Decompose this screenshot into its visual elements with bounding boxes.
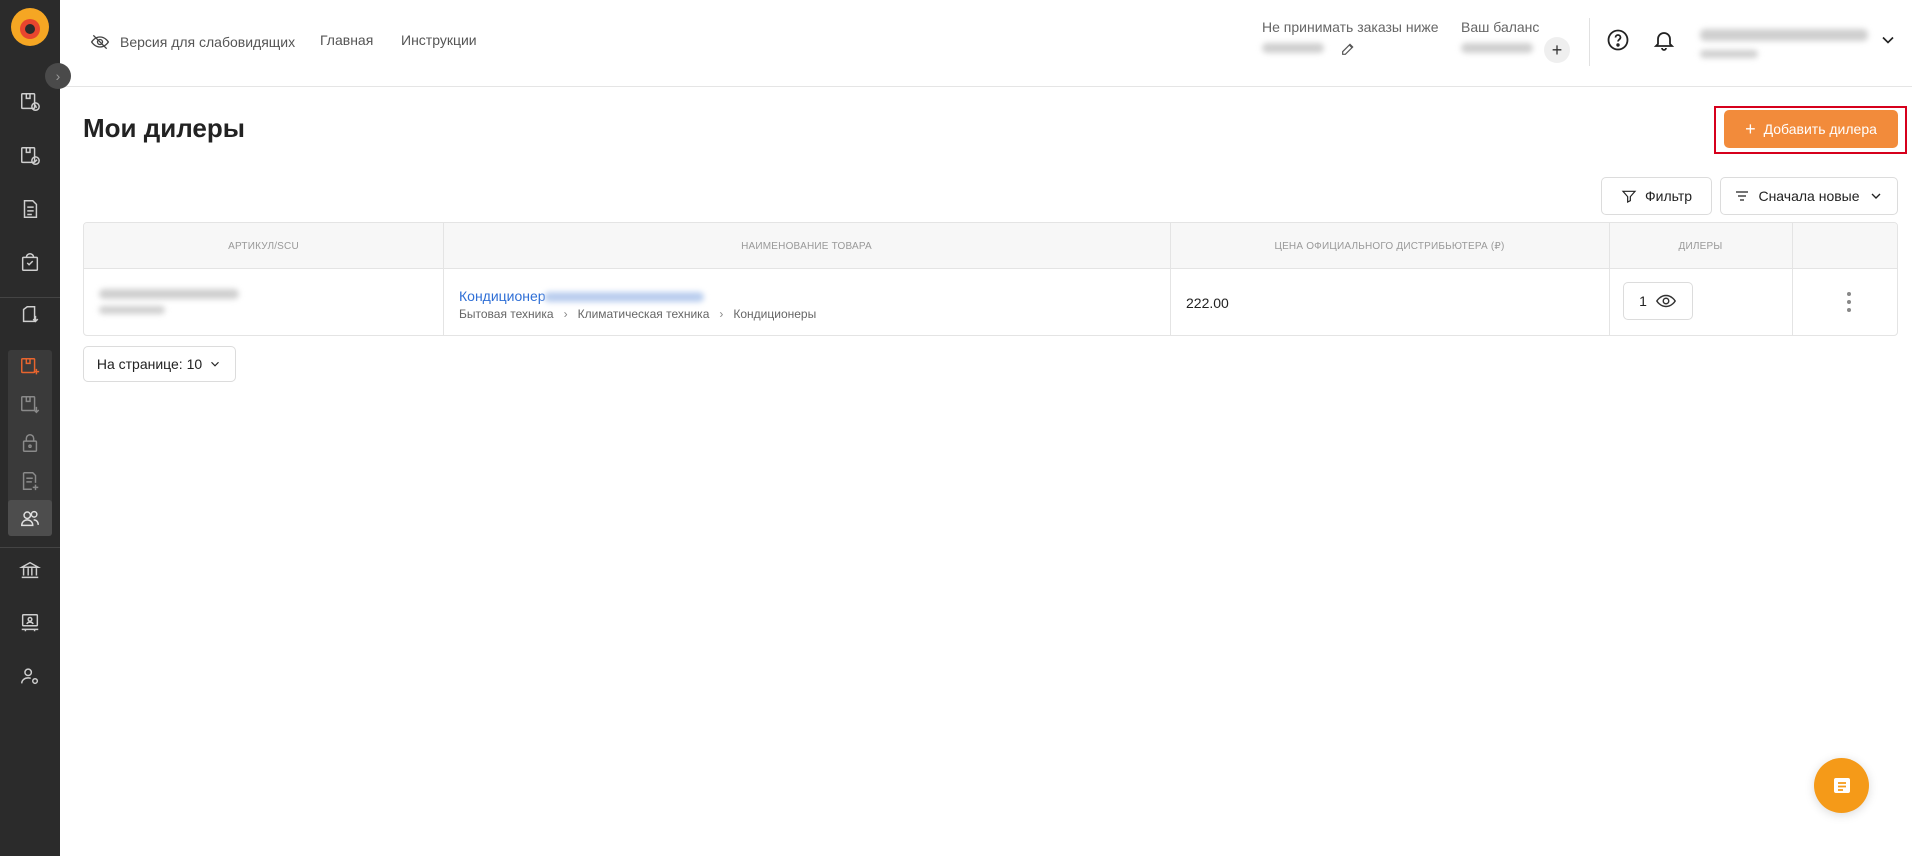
sidebar-item-documents[interactable] <box>8 190 52 228</box>
sku-blurred <box>99 289 239 299</box>
box-arrow-icon <box>21 396 40 414</box>
breadcrumb-item[interactable]: Бытовая техника <box>459 307 554 321</box>
breadcrumb-item[interactable]: Кондиционеры <box>733 307 816 321</box>
sidebar-item-shop[interactable] <box>8 243 52 281</box>
sidebar-item-bank[interactable] <box>8 551 52 589</box>
more-vertical-icon[interactable] <box>1839 289 1859 315</box>
box-download-icon <box>22 306 39 323</box>
user-role-blurred <box>1700 50 1758 58</box>
sku-sub-blurred <box>99 306 165 314</box>
brand-logo[interactable] <box>11 8 49 46</box>
sort-label: Сначала новые <box>1758 188 1860 204</box>
chat-button[interactable] <box>1814 758 1869 813</box>
sidebar-item-add-product[interactable] <box>8 348 52 386</box>
user-name-blurred <box>1700 29 1868 41</box>
sidebar-item-profile-settings[interactable] <box>8 657 52 695</box>
nav-link-instructions[interactable]: Инструкции <box>401 32 477 48</box>
users-icon <box>21 510 39 527</box>
sidebar-item-support[interactable] <box>8 604 52 642</box>
dealers-table: Артикул/SCU Наименование товара Цена офи… <box>83 222 1898 336</box>
eye-slash-icon <box>90 34 110 50</box>
product-breadcrumb: Бытовая техника › Климатическая техника … <box>459 307 816 321</box>
top-up-balance-button[interactable]: + <box>1544 37 1570 63</box>
column-header-sku[interactable]: Артикул/SCU <box>84 223 443 269</box>
document-plus-icon <box>22 472 39 491</box>
eye-icon <box>1655 294 1676 308</box>
chevron-right-icon: › <box>563 307 568 321</box>
chevron-down-icon <box>211 361 220 367</box>
sort-lines-icon <box>1736 191 1749 201</box>
sidebar-item-locked[interactable] <box>8 424 52 462</box>
min-order-label: Не принимать заказы ниже <box>1262 19 1439 35</box>
per-page-dropdown[interactable]: На странице: 10 <box>83 346 236 382</box>
column-header-product-name[interactable]: Наименование товара <box>443 223 1170 269</box>
header-divider <box>1589 18 1590 66</box>
low-vision-label: Версия для слабовидящих <box>120 34 296 50</box>
sidebar-item-price-list[interactable] <box>8 462 52 500</box>
lock-icon <box>22 434 38 452</box>
sidebar-item-orders-done[interactable] <box>8 137 52 175</box>
box-plus-icon <box>21 358 40 375</box>
sidebar-divider <box>0 547 60 548</box>
sort-dropdown[interactable]: Сначала новые <box>1720 177 1898 215</box>
filter-button[interactable]: Фильтр <box>1601 177 1712 215</box>
column-header-distributor-price[interactable]: Цена официального дистрибьютера (₽) <box>1170 223 1609 269</box>
page-title: Мои дилеры <box>83 113 245 143</box>
document-icon <box>23 200 38 218</box>
user-gear-icon <box>21 668 39 685</box>
plus-icon: + <box>1745 119 1756 139</box>
sidebar-item-import[interactable] <box>8 296 52 334</box>
filter-label: Фильтр <box>1644 188 1693 204</box>
low-vision-link[interactable]: Версия для слабовидящих <box>90 32 295 52</box>
bell-icon[interactable] <box>1652 28 1676 52</box>
pencil-icon[interactable] <box>1340 41 1356 57</box>
sidebar-item-products-import[interactable] <box>8 386 52 424</box>
sidebar <box>0 0 60 856</box>
per-page-label: На странице: 10 <box>96 356 203 372</box>
chevron-down-icon <box>1871 193 1881 199</box>
nav-link-home[interactable]: Главная <box>320 32 373 48</box>
chat-icon <box>1833 777 1850 793</box>
table-row: Кондиционер Бытовая техника › Климатичес… <box>84 269 1897 335</box>
add-dealer-label: Добавить дилера <box>1763 121 1877 137</box>
product-name-link[interactable]: Кондиционер <box>459 288 546 304</box>
shopping-bag-icon <box>21 253 39 271</box>
bank-icon <box>19 561 41 579</box>
sidebar-collapse-button[interactable]: › <box>45 63 71 89</box>
table-header: Артикул/SCU Наименование товара Цена офи… <box>84 223 1897 269</box>
funnel-icon <box>1621 190 1637 203</box>
monitor-user-icon <box>21 614 39 632</box>
app-root: › Версия для слабовидящих Главная Инстру… <box>0 0 1912 856</box>
box-check-icon <box>21 147 40 165</box>
help-icon[interactable] <box>1606 28 1630 52</box>
product-name-blurred <box>544 292 704 302</box>
balance-label: Ваш баланс <box>1461 19 1540 35</box>
chevron-right-icon: › <box>719 307 724 321</box>
sidebar-item-dealers[interactable] <box>8 499 52 537</box>
dealers-count-button[interactable]: 1 <box>1623 282 1693 320</box>
column-header-dealers[interactable]: Дилеры <box>1609 223 1792 269</box>
box-clock-icon <box>21 93 40 111</box>
min-order-value-blurred <box>1262 43 1324 53</box>
chevron-down-icon[interactable] <box>1878 30 1898 50</box>
sidebar-item-orders-history[interactable] <box>8 83 52 121</box>
add-dealer-button[interactable]: + Добавить дилера <box>1724 110 1898 148</box>
balance-value-blurred <box>1461 43 1533 53</box>
top-header: Версия для слабовидящих Главная Инструкц… <box>60 0 1912 87</box>
dealers-count: 1 <box>1639 293 1647 309</box>
distributor-price: 222.00 <box>1186 295 1229 311</box>
breadcrumb-item[interactable]: Климатическая техника <box>578 307 710 321</box>
